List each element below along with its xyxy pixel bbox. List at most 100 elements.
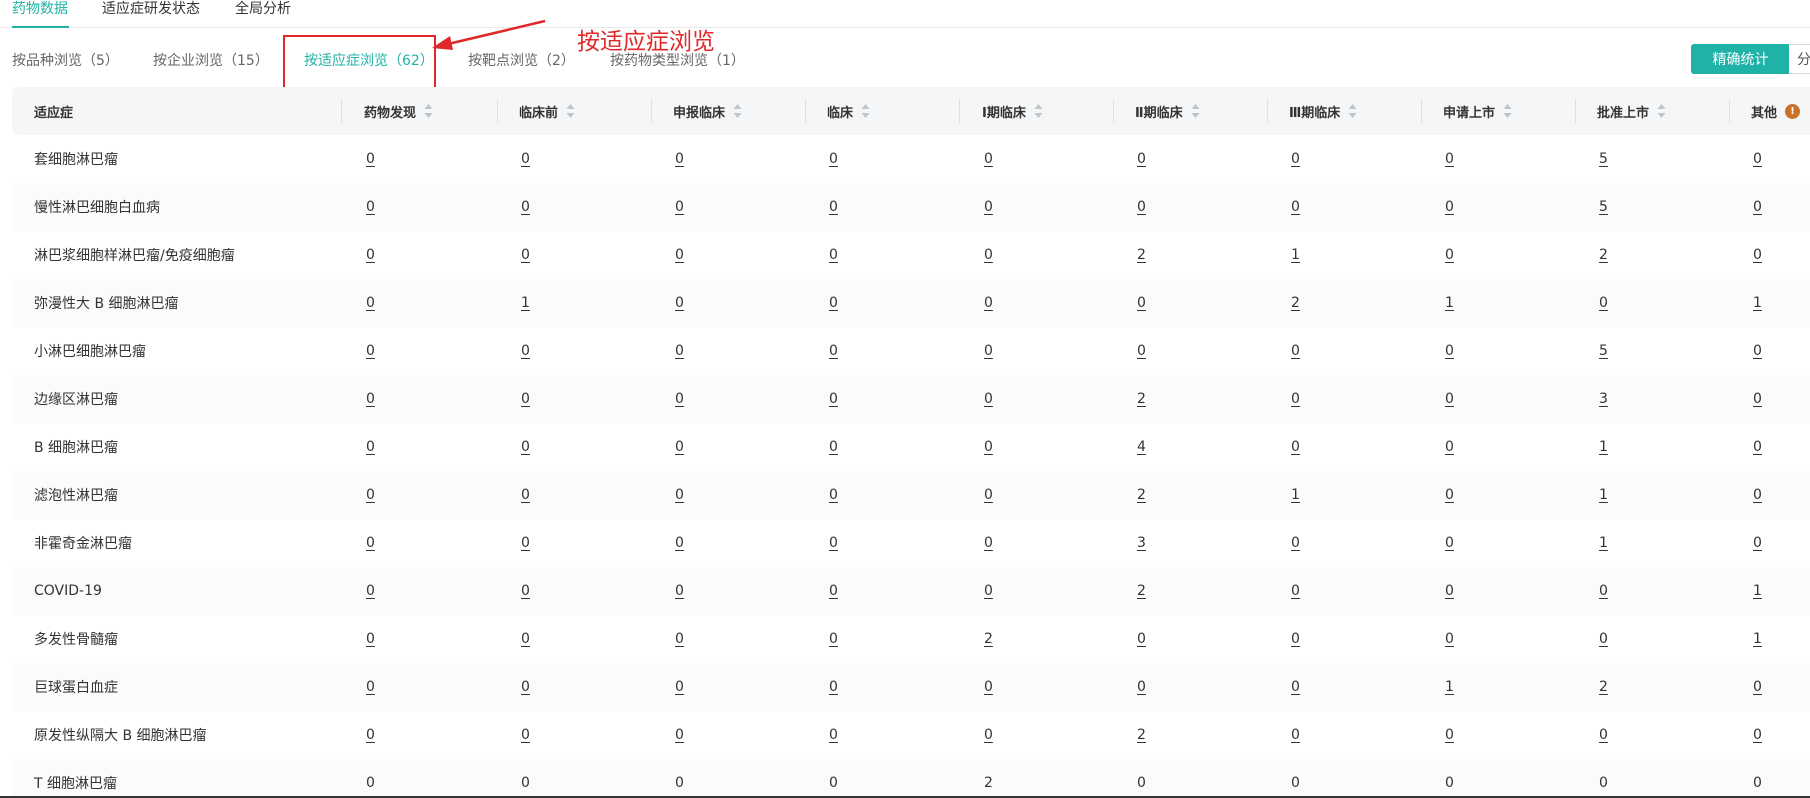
count-cell[interactable]: 0 — [1291, 183, 1300, 231]
count-link[interactable]: 0 — [521, 631, 530, 647]
count-cell[interactable]: 0 — [521, 663, 530, 711]
count-cell[interactable]: 0 — [829, 135, 838, 183]
count-link[interactable]: 0 — [829, 199, 838, 215]
count-link[interactable]: 0 — [1445, 631, 1454, 647]
count-link[interactable]: 0 — [366, 727, 375, 743]
count-cell[interactable]: 1 — [1445, 663, 1454, 711]
count-cell[interactable]: 0 — [1445, 615, 1454, 663]
count-cell[interactable]: 0 — [366, 759, 375, 798]
count-link[interactable]: 0 — [1445, 343, 1454, 359]
count-link[interactable]: 0 — [521, 583, 530, 599]
count-link[interactable]: 0 — [1599, 775, 1608, 791]
header-phase2[interactable]: Ⅱ期临床 — [1135, 87, 1200, 135]
count-link[interactable]: 5 — [1599, 199, 1608, 215]
count-link[interactable]: 1 — [1753, 583, 1762, 599]
count-cell[interactable]: 0 — [984, 135, 993, 183]
count-link[interactable]: 0 — [984, 247, 993, 263]
count-link[interactable]: 0 — [366, 391, 375, 407]
count-cell[interactable]: 0 — [1291, 759, 1300, 798]
count-cell[interactable]: 0 — [521, 375, 530, 423]
count-cell[interactable]: 0 — [1445, 567, 1454, 615]
count-link[interactable]: 0 — [1445, 247, 1454, 263]
count-cell[interactable]: 2 — [1137, 567, 1146, 615]
count-link[interactable]: 0 — [521, 343, 530, 359]
count-link[interactable]: 0 — [1291, 151, 1300, 167]
count-cell[interactable]: 1 — [1599, 519, 1608, 567]
count-cell[interactable]: 0 — [1445, 423, 1454, 471]
count-cell[interactable]: 0 — [366, 663, 375, 711]
count-link[interactable]: 1 — [1445, 679, 1454, 695]
header-phase1[interactable]: Ⅰ期临床 — [982, 87, 1043, 135]
count-cell[interactable]: 0 — [675, 759, 684, 798]
count-link[interactable]: 0 — [521, 151, 530, 167]
count-cell[interactable]: 0 — [1137, 135, 1146, 183]
count-link[interactable]: 0 — [829, 151, 838, 167]
count-cell[interactable]: 0 — [1137, 759, 1146, 798]
count-cell[interactable]: 0 — [984, 327, 993, 375]
count-cell[interactable]: 0 — [1291, 327, 1300, 375]
count-cell[interactable]: 0 — [1753, 759, 1762, 798]
count-link[interactable]: 0 — [1291, 535, 1300, 551]
count-cell[interactable]: 0 — [1445, 471, 1454, 519]
count-link[interactable]: 0 — [521, 775, 530, 791]
count-link[interactable]: 2 — [1599, 247, 1608, 263]
count-link[interactable]: 1 — [521, 295, 530, 311]
count-link[interactable]: 0 — [521, 487, 530, 503]
count-cell[interactable]: 0 — [1599, 615, 1608, 663]
count-link[interactable]: 0 — [1445, 439, 1454, 455]
count-cell[interactable]: 0 — [675, 183, 684, 231]
count-cell[interactable]: 0 — [1753, 711, 1762, 759]
count-link[interactable]: 0 — [366, 343, 375, 359]
count-link[interactable]: 0 — [1137, 679, 1146, 695]
classify-button[interactable]: 分类 — [1789, 44, 1810, 74]
count-link[interactable]: 0 — [1753, 679, 1762, 695]
sort-icon[interactable] — [861, 103, 870, 119]
count-cell[interactable]: 0 — [984, 471, 993, 519]
count-cell[interactable]: 0 — [1137, 183, 1146, 231]
count-cell[interactable]: 0 — [1445, 759, 1454, 798]
count-link[interactable]: 0 — [675, 343, 684, 359]
count-link[interactable]: 0 — [1445, 775, 1454, 791]
count-link[interactable]: 0 — [1445, 151, 1454, 167]
count-link[interactable]: 2 — [1599, 679, 1608, 695]
count-cell[interactable]: 0 — [1753, 663, 1762, 711]
subtab-by-company[interactable]: 按企业浏览（15） — [153, 52, 269, 70]
sort-icon[interactable] — [733, 103, 742, 119]
count-cell[interactable]: 0 — [1753, 135, 1762, 183]
count-cell[interactable]: 0 — [1599, 567, 1608, 615]
count-link[interactable]: 0 — [829, 487, 838, 503]
count-link[interactable]: 0 — [829, 343, 838, 359]
count-link[interactable]: 0 — [1753, 151, 1762, 167]
count-link[interactable]: 0 — [1445, 391, 1454, 407]
count-link[interactable]: 3 — [1599, 391, 1608, 407]
count-link[interactable]: 0 — [984, 199, 993, 215]
count-link[interactable]: 0 — [521, 247, 530, 263]
count-link[interactable]: 0 — [984, 535, 993, 551]
count-link[interactable]: 2 — [1137, 247, 1146, 263]
count-link[interactable]: 0 — [675, 583, 684, 599]
count-cell[interactable]: 0 — [521, 471, 530, 519]
count-link[interactable]: 5 — [1599, 343, 1608, 359]
count-cell[interactable]: 0 — [829, 183, 838, 231]
count-cell[interactable]: 0 — [366, 567, 375, 615]
count-link[interactable]: 0 — [675, 631, 684, 647]
count-link[interactable]: 1 — [1445, 295, 1454, 311]
count-link[interactable]: 0 — [675, 247, 684, 263]
count-cell[interactable]: 0 — [984, 375, 993, 423]
count-link[interactable]: 0 — [675, 199, 684, 215]
header-preclinical[interactable]: 临床前 — [519, 87, 575, 135]
count-link[interactable]: 0 — [1753, 727, 1762, 743]
count-cell[interactable]: 0 — [1137, 327, 1146, 375]
header-phase3[interactable]: Ⅲ期临床 — [1289, 87, 1357, 135]
count-link[interactable]: 0 — [829, 439, 838, 455]
count-link[interactable]: 0 — [675, 295, 684, 311]
count-cell[interactable]: 2 — [1137, 375, 1146, 423]
tab-indication-status[interactable]: 适应症研发状态 — [102, 0, 200, 28]
count-link[interactable]: 4 — [1137, 439, 1146, 455]
count-link[interactable]: 1 — [1753, 295, 1762, 311]
count-cell[interactable]: 0 — [521, 183, 530, 231]
count-link[interactable]: 0 — [366, 583, 375, 599]
sort-icon[interactable] — [1348, 103, 1357, 119]
count-cell[interactable]: 4 — [1137, 423, 1146, 471]
count-link[interactable]: 0 — [984, 391, 993, 407]
